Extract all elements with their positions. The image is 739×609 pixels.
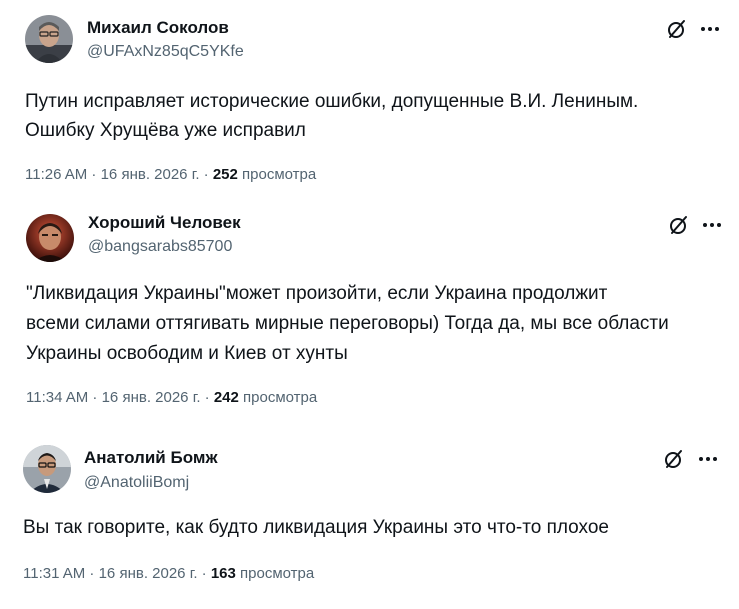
avatar[interactable] bbox=[25, 15, 73, 63]
tweet-text-line: Ошибку Хрущёва уже исправил bbox=[25, 120, 306, 141]
tweet-timestamp[interactable]: 11:31 AM · 16 янв. 2026 г. · bbox=[23, 565, 211, 582]
tweet-card[interactable]: Хороший Человек @bangsarabs85700 "Ликвид… bbox=[8, 196, 732, 422]
views-count[interactable]: 163 bbox=[211, 565, 236, 582]
more-icon[interactable] bbox=[698, 17, 722, 41]
tweet-text: Путин исправляет исторические ошибки, до… bbox=[25, 87, 638, 145]
views-count[interactable]: 242 bbox=[214, 389, 239, 406]
tweet-timestamp[interactable]: 11:26 AM · 16 янв. 2026 г. · bbox=[25, 166, 213, 183]
tweet-card[interactable]: Михаил Соколов @UFAxNz85qC5YKfe Путин ис… bbox=[0, 0, 739, 196]
avatar[interactable] bbox=[23, 445, 71, 493]
tweet-text: Вы так говорите, как будто ликвидация Ук… bbox=[23, 513, 609, 542]
avatar[interactable] bbox=[26, 214, 74, 262]
views-label: просмотра bbox=[238, 389, 318, 406]
views-label: просмотра bbox=[235, 565, 315, 582]
tweet-text-line: Вы так говорите, как будто ликвидация Ук… bbox=[23, 517, 609, 538]
tweet-meta: 11:34 AM · 16 янв. 2026 г. · 242 просмот… bbox=[26, 389, 317, 406]
author-handle[interactable]: @bangsarabs85700 bbox=[88, 238, 232, 256]
author-handle[interactable]: @AnatoliiBomj bbox=[84, 474, 189, 492]
author-name[interactable]: Хороший Человек bbox=[88, 213, 241, 233]
more-icon[interactable] bbox=[696, 447, 720, 471]
views-label: просмотра bbox=[237, 166, 317, 183]
grok-icon[interactable] bbox=[665, 17, 689, 41]
tweet-timestamp[interactable]: 11:34 AM · 16 янв. 2026 г. · bbox=[26, 389, 214, 406]
author-name[interactable]: Михаил Соколов bbox=[87, 18, 229, 38]
grok-icon[interactable] bbox=[667, 213, 691, 237]
author-name[interactable]: Анатолий Бомж bbox=[84, 448, 218, 468]
tweet-text-line: всеми силами оттягивать мирные переговор… bbox=[26, 313, 669, 334]
views-count[interactable]: 252 bbox=[213, 166, 238, 183]
tweet-card[interactable]: Анатолий Бомж @AnatoliiBomj Вы так говор… bbox=[0, 428, 739, 609]
author-handle[interactable]: @UFAxNz85qC5YKfe bbox=[87, 43, 244, 61]
tweet-meta: 11:26 AM · 16 янв. 2026 г. · 252 просмот… bbox=[25, 166, 316, 183]
more-icon[interactable] bbox=[700, 213, 724, 237]
tweet-meta: 11:31 AM · 16 янв. 2026 г. · 163 просмот… bbox=[23, 565, 314, 582]
tweet-text-line: "Ликвидация Украины"может произойти, есл… bbox=[26, 283, 608, 304]
tweet-text: "Ликвидация Украины"может произойти, есл… bbox=[26, 279, 669, 369]
tweet-text-line: Украины освободим и Киев от хунты bbox=[26, 343, 348, 364]
grok-icon[interactable] bbox=[662, 447, 686, 471]
tweet-text-line: Путин исправляет исторические ошибки, до… bbox=[25, 91, 639, 112]
